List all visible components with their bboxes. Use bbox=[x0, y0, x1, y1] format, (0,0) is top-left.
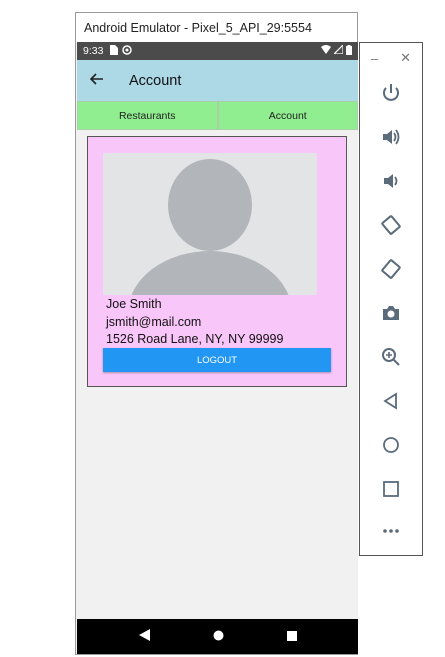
emulator-side-toolbar: – ✕ bbox=[359, 42, 423, 556]
sync-icon bbox=[122, 44, 133, 58]
account-content: Joe Smith jsmith@mail.com 1526 Road Lane… bbox=[77, 130, 358, 619]
sd-card-icon bbox=[109, 44, 119, 58]
home-icon[interactable] bbox=[360, 429, 422, 461]
zoom-in-icon[interactable] bbox=[360, 341, 422, 373]
window-title: Android Emulator - Pixel_5_API_29:5554 bbox=[76, 13, 357, 44]
side-toolbar-header: – ✕ bbox=[360, 43, 422, 73]
app-bar: Account bbox=[77, 60, 358, 101]
overview-icon[interactable] bbox=[360, 473, 422, 505]
arrow-left-icon[interactable] bbox=[77, 72, 117, 90]
minimize-icon[interactable]: – bbox=[371, 51, 378, 66]
nav-overview-icon[interactable] bbox=[286, 630, 297, 644]
tab-bar: Restaurants Account bbox=[77, 101, 358, 130]
wifi-icon bbox=[321, 45, 331, 57]
avatar bbox=[103, 153, 317, 295]
user-email: jsmith@mail.com bbox=[106, 315, 202, 329]
nav-home-icon[interactable] bbox=[213, 630, 224, 644]
more-icon[interactable] bbox=[360, 515, 422, 547]
user-name: Joe Smith bbox=[106, 297, 162, 311]
android-nav-bar bbox=[77, 619, 358, 654]
profile-card: Joe Smith jsmith@mail.com 1526 Road Lane… bbox=[87, 136, 347, 387]
volume-down-icon[interactable] bbox=[360, 165, 422, 197]
battery-icon bbox=[346, 44, 352, 58]
volume-up-icon[interactable] bbox=[360, 121, 422, 153]
signal-icon bbox=[332, 43, 344, 57]
rotate-right-icon[interactable] bbox=[360, 253, 422, 285]
emulator-window: Android Emulator - Pixel_5_API_29:5554 9… bbox=[75, 12, 358, 655]
nav-back-icon[interactable] bbox=[138, 629, 150, 644]
back-icon[interactable] bbox=[360, 385, 422, 417]
camera-icon[interactable] bbox=[360, 297, 422, 329]
tab-restaurants[interactable]: Restaurants bbox=[77, 101, 218, 130]
rotate-left-icon[interactable] bbox=[360, 209, 422, 241]
tab-account[interactable]: Account bbox=[217, 101, 358, 130]
user-address: 1526 Road Lane, NY, NY 99999 bbox=[106, 332, 284, 346]
logout-button[interactable]: LOGOUT bbox=[103, 348, 331, 372]
status-time: 9:33 bbox=[83, 45, 104, 57]
person-placeholder-icon bbox=[131, 159, 289, 295]
page-title: Account bbox=[129, 72, 182, 89]
power-icon[interactable] bbox=[360, 77, 422, 109]
close-icon[interactable]: ✕ bbox=[400, 50, 411, 66]
status-bar: 9:33 bbox=[77, 42, 358, 60]
